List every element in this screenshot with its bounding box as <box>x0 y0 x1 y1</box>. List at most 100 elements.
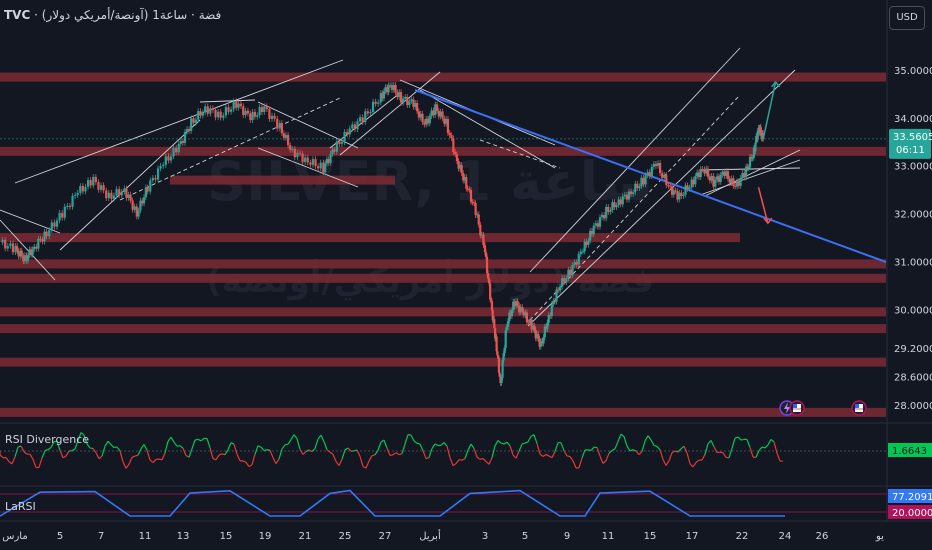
candle-body <box>547 315 550 323</box>
candle-body <box>607 206 610 212</box>
candle-body <box>661 173 664 178</box>
candle-body <box>260 107 264 113</box>
candle-body <box>465 177 468 189</box>
x-tick-label: 5 <box>57 531 63 542</box>
candle-body <box>179 140 182 144</box>
last-price-label: 33.5605 <box>893 132 932 143</box>
candle-body <box>542 337 545 344</box>
x-tick-label: 9 <box>564 531 570 542</box>
x-tick-label: أبريل <box>419 529 441 542</box>
y-tick-label: 29.2000 <box>894 344 932 355</box>
candle-body <box>253 111 257 117</box>
candle-body <box>181 140 184 143</box>
candle-body <box>450 135 453 139</box>
candle-body <box>102 185 105 191</box>
candle-body <box>289 145 292 150</box>
x-tick-label: يو <box>875 531 884 542</box>
candle-body <box>369 112 372 114</box>
candle-body <box>76 192 79 196</box>
candle-body <box>684 185 687 195</box>
candle-body <box>460 165 463 174</box>
rsi-segment <box>176 445 181 447</box>
candle-body <box>404 96 407 99</box>
candle-body <box>642 177 645 185</box>
candle-body <box>201 112 204 116</box>
candle-body <box>276 118 279 129</box>
candle-body <box>603 214 606 219</box>
x-tick-label: 26 <box>816 531 829 542</box>
candle-body <box>506 321 510 328</box>
x-tick-label: 3 <box>482 531 488 542</box>
candle-body <box>346 131 349 135</box>
x-tick-label: 21 <box>299 531 312 542</box>
candle-body <box>558 286 562 291</box>
x-tick-label: 15 <box>644 531 657 542</box>
candle-body <box>296 152 299 158</box>
candle-body <box>127 194 130 198</box>
candle-body <box>194 119 197 123</box>
candle-body <box>658 163 662 174</box>
candle-body <box>9 243 12 246</box>
symbol-label: TVC <box>4 8 31 22</box>
candle-body <box>555 289 558 302</box>
x-tick-label: 5 <box>522 531 528 542</box>
candle-body <box>265 106 268 110</box>
candle-body <box>66 205 69 207</box>
candle-body <box>577 254 580 265</box>
x-tick-label: 25 <box>339 531 352 542</box>
candle-body <box>421 113 424 123</box>
candle-body <box>573 262 576 265</box>
currency-button[interactable]: USD <box>889 6 925 30</box>
symbol-header[interactable]: TVC · (آونصة/أمريكي دولار) فضة · ساعة1 <box>4 8 221 22</box>
candle-body <box>546 322 549 330</box>
rsi-segment <box>284 443 289 446</box>
rsi-divergence-title[interactable]: RSI Divergence <box>5 433 89 446</box>
larsi-value-label: 77.2091 <box>892 492 932 503</box>
candle-body <box>84 186 87 192</box>
candle-body <box>15 245 19 252</box>
candle-body <box>50 222 53 231</box>
candle-body <box>732 178 735 187</box>
candle-body <box>309 162 312 165</box>
candle-body <box>747 167 750 169</box>
candle-body <box>55 220 59 227</box>
candle-body <box>474 203 477 216</box>
larsi-secondary-label: 20.0000 <box>892 508 932 519</box>
candle-body <box>232 101 235 110</box>
candle-body <box>452 138 455 153</box>
candle-body <box>311 159 315 165</box>
candle-body <box>623 194 626 197</box>
candle-body <box>115 189 118 196</box>
candle-body <box>537 333 540 339</box>
resistance-zone <box>0 273 886 283</box>
candle-body <box>177 143 180 153</box>
candle-body <box>387 85 390 93</box>
candle-body <box>371 101 375 113</box>
candle-body <box>410 99 413 102</box>
resistance-zone <box>0 324 886 334</box>
candle-body <box>31 249 34 255</box>
candle-body <box>394 84 397 93</box>
y-tick-label: 33.0000 <box>894 162 932 173</box>
candle-body <box>719 174 722 182</box>
larsi-title[interactable]: LaRSI <box>5 500 36 513</box>
candle-body <box>20 250 23 256</box>
candle-body <box>175 147 178 153</box>
candle-body <box>270 115 274 119</box>
candle-body <box>258 107 261 116</box>
candle-body <box>446 118 450 133</box>
candle-body <box>249 113 252 121</box>
candle-body <box>244 110 247 115</box>
candle-body <box>665 175 668 186</box>
chart-canvas[interactable]: SILVER, 1 ساعةفضة (دولار أمريكي/أونصة)35… <box>0 0 932 550</box>
y-tick-label: 30.0000 <box>894 305 932 316</box>
candle-body <box>151 177 154 181</box>
x-tick-label: 22 <box>736 531 749 542</box>
candle-body <box>617 199 620 206</box>
candle-body <box>694 176 697 185</box>
candle-body <box>324 163 327 173</box>
candle-body <box>550 304 553 317</box>
candle-body <box>636 183 639 189</box>
candle-body <box>222 115 225 118</box>
candle-body <box>621 196 624 205</box>
